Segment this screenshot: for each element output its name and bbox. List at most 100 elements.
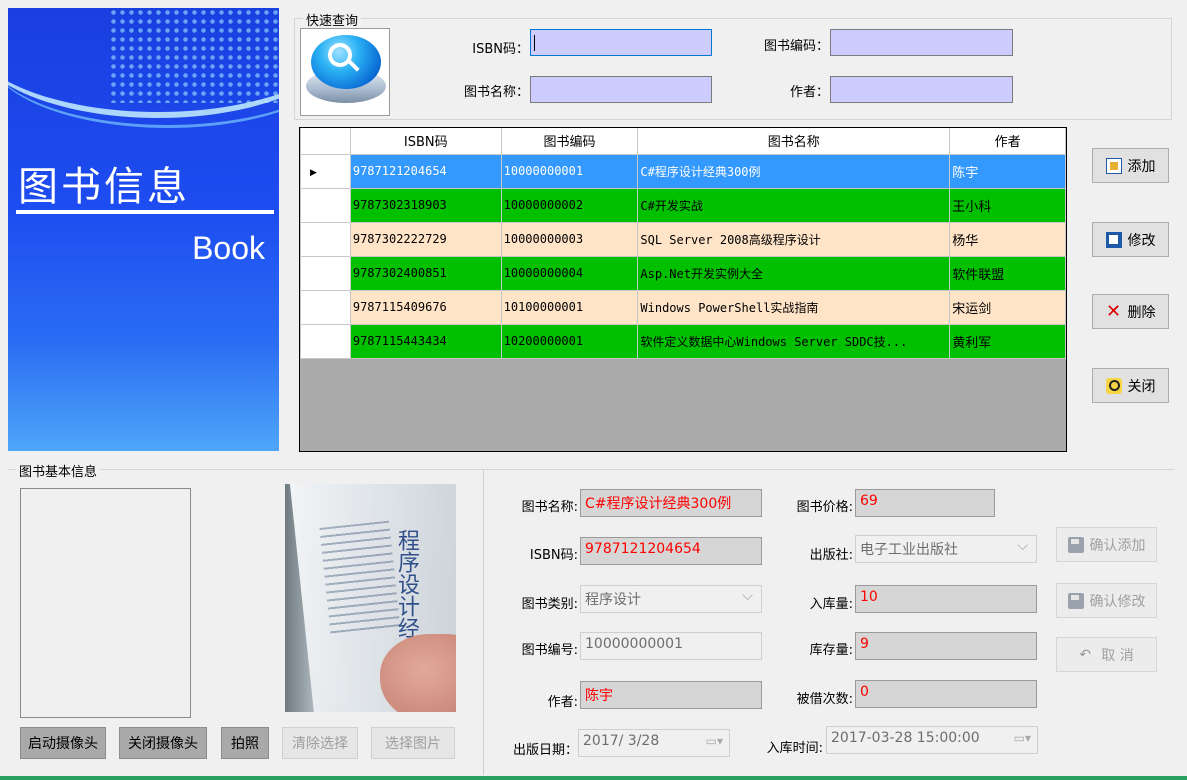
pubdate-value: 2017/ 3/28 xyxy=(583,733,660,749)
instock-field[interactable]: 10 xyxy=(855,585,1037,613)
row-header[interactable]: ▶ xyxy=(300,153,351,189)
cell-isbn[interactable]: 9787121204654 xyxy=(349,153,502,189)
author-search-label: 作者： xyxy=(789,85,829,100)
confirm-edit-button[interactable]: 确认修改 xyxy=(1056,583,1157,618)
row-header[interactable] xyxy=(300,255,351,291)
cell-author[interactable]: 黄利军 xyxy=(949,323,1066,359)
row-header[interactable] xyxy=(300,187,351,223)
cell-name[interactable]: SQL Server 2008高级程序设计 xyxy=(637,221,951,257)
column-header-name[interactable]: 图书名称 xyxy=(637,128,951,155)
publisher-select[interactable]: 电子工业出版社 ⌵ xyxy=(855,535,1037,563)
edit-button-label: 修改 xyxy=(1127,232,1156,249)
code-field[interactable]: 10000000001 xyxy=(580,632,762,660)
cell-name[interactable]: C#开发实战 xyxy=(637,187,951,223)
confirm-add-button[interactable]: 确认添加 xyxy=(1056,527,1157,562)
author-search-input[interactable] xyxy=(830,76,1013,103)
cell-author[interactable]: 陈宇 xyxy=(949,153,1066,189)
section-divider xyxy=(483,470,484,775)
cell-name[interactable]: Windows PowerShell实战指南 xyxy=(637,289,951,325)
cell-author[interactable]: 王小科 xyxy=(949,187,1066,223)
column-header-code[interactable]: 图书编码 xyxy=(500,128,639,155)
edit-icon xyxy=(1105,231,1122,248)
cell-author[interactable]: 软件联盟 xyxy=(949,255,1066,291)
calendar-icon: ▭▾ xyxy=(705,734,723,748)
cell-isbn[interactable]: 9787115443434 xyxy=(349,323,502,359)
quick-search-group: 快速查询 ISBN码： 图书编码： 图书名称： 作者： xyxy=(294,10,1172,120)
add-icon xyxy=(1105,157,1122,174)
column-header-isbn[interactable]: ISBN码 xyxy=(349,128,502,155)
cancel-button[interactable]: ↶ 取 消 xyxy=(1056,637,1157,672)
delete-button-label: 删除 xyxy=(1127,304,1156,321)
name-search-input[interactable] xyxy=(530,76,712,103)
category-select[interactable]: 程序设计 ⌵ xyxy=(580,585,762,613)
start-camera-button[interactable]: 启动摄像头 xyxy=(20,727,106,759)
book-cover-image: 程序设计经典 xyxy=(285,484,456,712)
stock-field[interactable]: 9 xyxy=(855,632,1037,660)
add-button[interactable]: 添加 xyxy=(1092,148,1169,183)
pubdate-picker[interactable]: 2017/ 3/28 ▭▾ xyxy=(578,729,730,757)
confirm-add-label: 确认添加 xyxy=(1089,537,1146,554)
cell-code[interactable]: 10000000002 xyxy=(500,187,639,223)
cell-author[interactable]: 杨华 xyxy=(949,221,1066,257)
column-header-author[interactable]: 作者 xyxy=(949,128,1066,155)
table-row[interactable]: 9787302400851 10000000004 Asp.Net开发实例大全 … xyxy=(300,255,1066,291)
banner-wave-decoration-2 xyxy=(8,8,279,128)
isbn-search-input[interactable] xyxy=(530,29,712,56)
close-camera-button[interactable]: 关闭摄像头 xyxy=(119,727,207,759)
isbn-search-label: ISBN码： xyxy=(472,42,529,57)
table-row[interactable]: 9787302318903 10000000002 C#开发实战 王小科 xyxy=(300,187,1066,223)
edit-button[interactable]: 修改 xyxy=(1092,222,1169,257)
capture-button[interactable]: 拍照 xyxy=(221,727,269,759)
borrow-count-field[interactable]: 0 xyxy=(855,680,1037,708)
cell-isbn[interactable]: 9787302400851 xyxy=(349,255,502,291)
author-label: 作者: xyxy=(547,695,578,710)
author-field[interactable]: 陈宇 xyxy=(580,681,762,709)
banner-divider xyxy=(16,210,274,214)
add-button-label: 添加 xyxy=(1127,158,1156,175)
cell-name[interactable]: 软件定义数据中心Windows Server SDDC技... xyxy=(637,323,951,359)
cell-author[interactable]: 宋运剑 xyxy=(949,289,1066,325)
banner-subtitle: Book xyxy=(192,230,265,266)
isbn-field[interactable]: 9787121204654 xyxy=(580,537,762,565)
close-button[interactable]: 关闭 xyxy=(1092,368,1169,403)
table-row[interactable]: ▶ 9787121204654 10000000001 C#程序设计经典300例… xyxy=(300,153,1066,189)
table-header-row: ISBN码 图书编码 图书名称 作者 xyxy=(300,128,1066,155)
code-search-input[interactable] xyxy=(830,29,1013,56)
table-row[interactable]: 9787115409676 10100000001 Windows PowerS… xyxy=(300,289,1066,325)
cell-code[interactable]: 10000000003 xyxy=(500,221,639,257)
publisher-value: 电子工业出版社 xyxy=(860,542,958,558)
cell-name[interactable]: C#程序设计经典300例 xyxy=(637,153,951,189)
search-icon[interactable] xyxy=(300,28,390,116)
clear-selection-button[interactable]: 清除选择 xyxy=(282,727,358,759)
select-image-button[interactable]: 选择图片 xyxy=(371,727,455,759)
cell-code[interactable]: 10000000004 xyxy=(500,255,639,291)
quick-search-title: 快速查询 xyxy=(303,10,362,29)
row-header[interactable] xyxy=(300,289,351,325)
undo-icon: ↶ xyxy=(1079,646,1091,663)
magnifier-icon xyxy=(1105,377,1122,394)
price-field[interactable]: 69 xyxy=(855,489,995,517)
cell-code[interactable]: 10200000001 xyxy=(500,323,639,359)
cell-isbn[interactable]: 9787302222729 xyxy=(349,221,502,257)
close-button-label: 关闭 xyxy=(1127,378,1156,395)
cancel-label: 取 消 xyxy=(1101,647,1134,664)
row-header[interactable] xyxy=(300,221,351,257)
cell-code[interactable]: 10000000001 xyxy=(500,153,639,189)
delete-button[interactable]: ✕ 删除 xyxy=(1092,294,1169,329)
instock-label: 入库量: xyxy=(809,597,853,612)
book-data-grid[interactable]: ISBN码 图书编码 图书名称 作者 ▶ 9787121204654 10000… xyxy=(299,127,1067,452)
cell-code[interactable]: 10100000001 xyxy=(500,289,639,325)
table-row[interactable]: 9787302222729 10000000003 SQL Server 200… xyxy=(300,221,1066,257)
isbn-label: ISBN码: xyxy=(529,548,578,563)
intime-picker[interactable]: 2017-03-28 15:00:00 ▭▾ xyxy=(826,726,1038,754)
cell-isbn[interactable]: 9787302318903 xyxy=(349,187,502,223)
name-search-label: 图书名称： xyxy=(463,85,529,100)
book-name-field[interactable]: C#程序设计经典300例 xyxy=(580,489,762,517)
table-row[interactable]: 9787115443434 10200000001 软件定义数据中心Window… xyxy=(300,323,1066,359)
banner-image: 图书信息 Book xyxy=(8,8,279,451)
row-header[interactable] xyxy=(300,323,351,359)
cell-isbn[interactable]: 9787115409676 xyxy=(349,289,502,325)
confirm-edit-label: 确认修改 xyxy=(1089,593,1146,610)
cell-name[interactable]: Asp.Net开发实例大全 xyxy=(637,255,951,291)
book-name-label: 图书名称: xyxy=(521,500,578,515)
